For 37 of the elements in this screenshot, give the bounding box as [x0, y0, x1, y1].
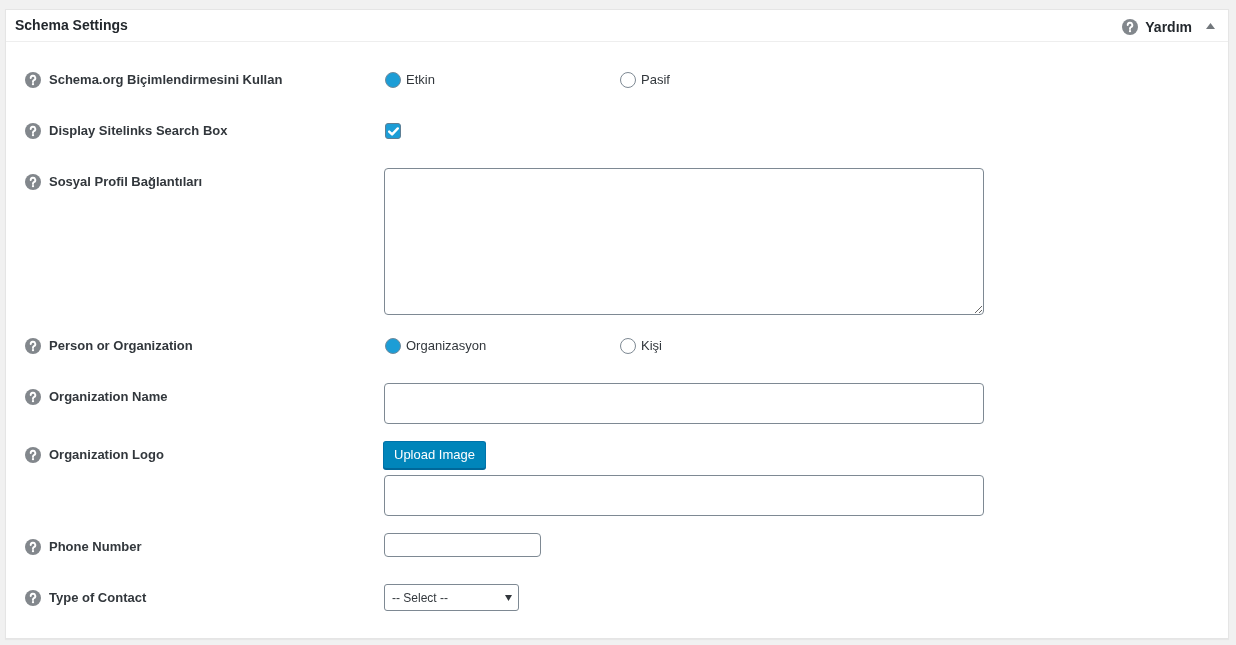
field-label: Organization Name [49, 388, 168, 406]
radio-button[interactable] [620, 72, 636, 88]
select-dropdown[interactable]: -- Select -- [384, 584, 519, 611]
caret-up-icon[interactable] [1206, 22, 1215, 29]
radio-label[interactable]: Kişi [641, 337, 662, 355]
field-label: Phone Number [49, 538, 142, 556]
radio-button[interactable] [620, 338, 636, 354]
panel-title: Schema Settings [15, 16, 128, 34]
radio-label[interactable]: Etkin [406, 71, 435, 89]
textarea-field[interactable] [384, 168, 984, 315]
radio-button[interactable] [385, 72, 401, 88]
field-label: Organization Logo [49, 446, 164, 464]
radio-button[interactable] [385, 338, 401, 354]
radio-label[interactable]: Pasif [641, 71, 670, 89]
radio-label[interactable]: Organizasyon [406, 337, 487, 355]
help-icon[interactable] [25, 389, 41, 405]
checkmark-icon [387, 126, 399, 136]
field-label: Person or Organization [49, 337, 193, 355]
text-field[interactable] [384, 533, 541, 557]
text-field[interactable] [384, 383, 984, 424]
help-button[interactable]: Yardım [1122, 17, 1192, 36]
checkbox[interactable] [385, 123, 401, 139]
upload-button[interactable]: Upload Image [383, 441, 486, 469]
field-label: Schema.org Biçimlendirmesini Kullan [49, 71, 283, 89]
field-label: Type of Contact [49, 589, 147, 607]
help-icon[interactable] [25, 539, 41, 555]
help-icon[interactable] [1122, 18, 1139, 35]
text-field[interactable] [384, 475, 984, 516]
help-icon[interactable] [25, 72, 41, 88]
help-icon[interactable] [25, 590, 41, 606]
help-icon[interactable] [25, 447, 41, 463]
help-icon[interactable] [25, 123, 41, 139]
caret-down-icon [505, 594, 512, 601]
help-icon[interactable] [25, 174, 41, 190]
help-icon[interactable] [25, 338, 41, 354]
field-label: Display Sitelinks Search Box [49, 122, 228, 140]
field-label: Sosyal Profil Bağlantıları [49, 173, 203, 191]
